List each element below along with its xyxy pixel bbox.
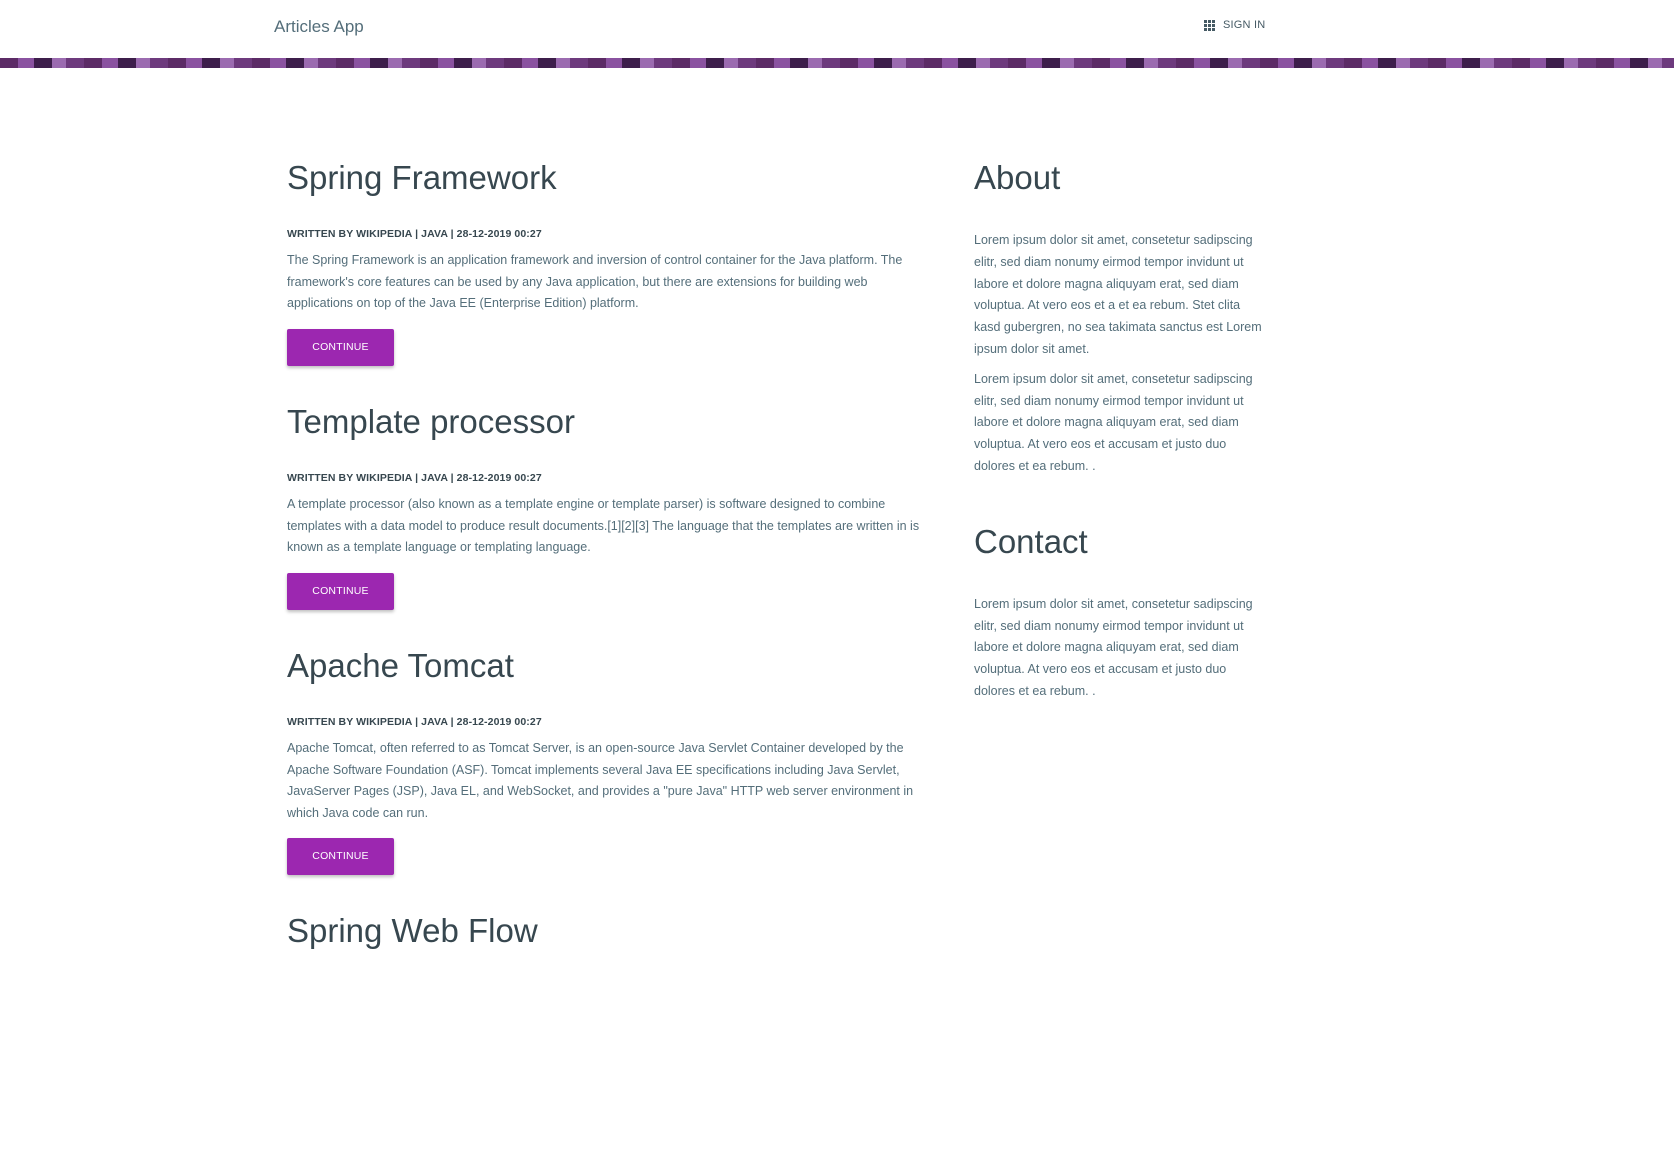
continue-button[interactable]: CONTINUE bbox=[287, 328, 394, 366]
article-excerpt: A template processor (also known as a te… bbox=[287, 497, 920, 554]
sidebar: About Lorem ipsum dolor sit amet, conset… bbox=[974, 159, 1264, 711]
continue-button[interactable]: CONTINUE bbox=[287, 838, 394, 875]
article-card: Template processor WRITTEN BY WIKIPEDIA … bbox=[287, 403, 927, 648]
article-meta: WRITTEN BY WIKIPEDIA | JAVA | 28-12-2019… bbox=[287, 472, 542, 484]
sign-in-label: SIGN IN bbox=[1223, 19, 1266, 31]
article-card: Spring Framework WRITTEN BY WIKIPEDIA | … bbox=[287, 159, 927, 404]
article-card: Spring Web Flow bbox=[287, 912, 927, 1157]
contact-paragraph: Lorem ipsum dolor sit amet, consetetur s… bbox=[974, 596, 1253, 698]
article-title[interactable]: Spring Framework bbox=[287, 159, 927, 228]
article-card: Apache Tomcat WRITTEN BY WIKIPEDIA | JAV… bbox=[287, 647, 927, 913]
about-paragraph: Lorem ipsum dolor sit amet, consetetur s… bbox=[974, 233, 1262, 356]
sign-in-button[interactable]: SIGN IN bbox=[1204, 19, 1265, 31]
article-meta: WRITTEN BY WIKIPEDIA | JAVA | 28-12-2019… bbox=[287, 716, 542, 728]
continue-button[interactable]: CONTINUE bbox=[287, 572, 394, 610]
grid-icon bbox=[1204, 19, 1215, 31]
brand-link[interactable]: Articles App bbox=[274, 17, 364, 37]
article-meta: WRITTEN BY WIKIPEDIA | JAVA | 28-12-2019… bbox=[287, 228, 542, 240]
article-title[interactable]: Spring Web Flow bbox=[287, 912, 927, 981]
articles-list: Spring Framework WRITTEN BY WIKIPEDIA | … bbox=[287, 159, 927, 1157]
article-title[interactable]: Apache Tomcat bbox=[287, 647, 927, 716]
article-excerpt: The Spring Framework is an application f… bbox=[287, 253, 903, 310]
header-stripe bbox=[0, 58, 1674, 68]
about-title: About bbox=[974, 159, 1061, 196]
article-excerpt: Apache Tomcat, often referred to as Tomc… bbox=[287, 741, 914, 820]
article-title[interactable]: Template processor bbox=[287, 403, 927, 472]
about-paragraph: Lorem ipsum dolor sit amet, consetetur s… bbox=[974, 371, 1253, 473]
contact-title: Contact bbox=[974, 522, 1088, 560]
top-navbar: Articles App SIGN IN bbox=[0, 0, 1674, 57]
